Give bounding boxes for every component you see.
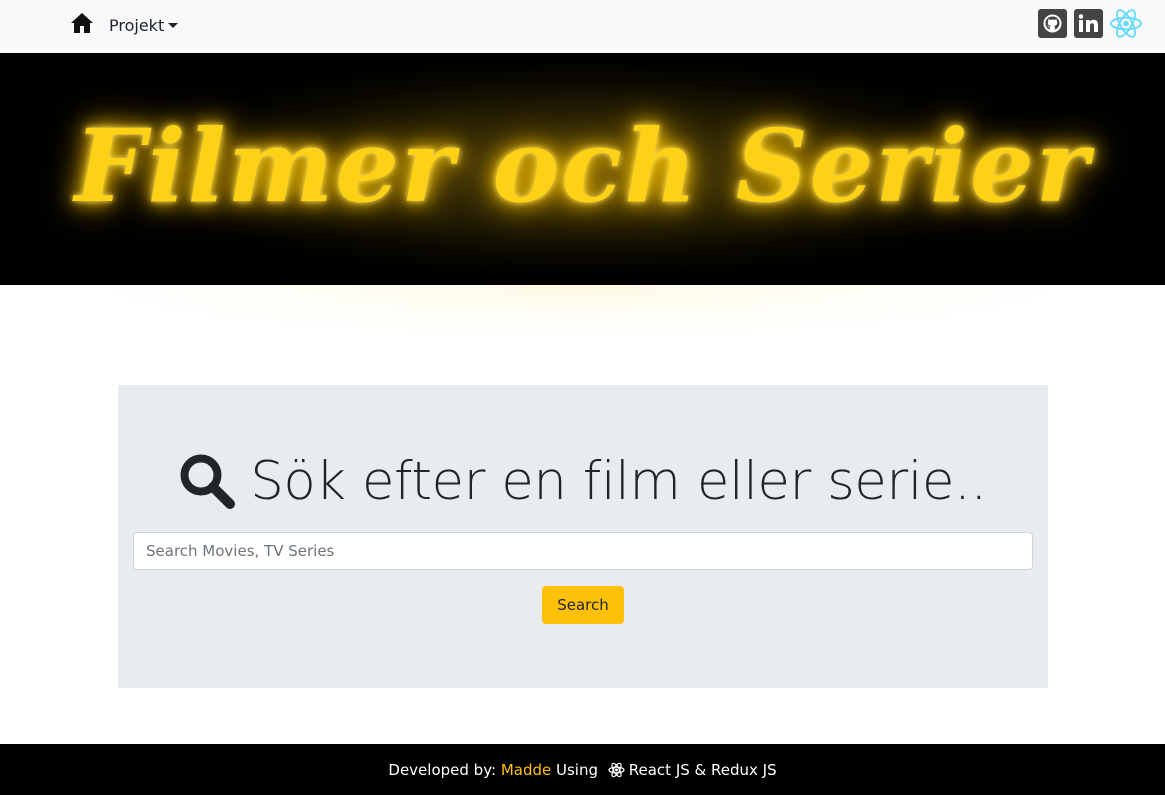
search-heading-text: Sök efter en film eller serie.. xyxy=(250,450,987,512)
github-icon[interactable] xyxy=(1038,9,1067,38)
projekt-dropdown-label: Projekt xyxy=(109,15,165,35)
hero-banner: Filmer och Serier xyxy=(0,53,1165,285)
footer-middle: Using xyxy=(551,760,603,779)
react-icon[interactable] xyxy=(1109,8,1143,39)
linkedin-icon[interactable] xyxy=(1074,9,1103,38)
hero-glow xyxy=(60,285,1105,355)
search-icon xyxy=(180,454,236,509)
footer-author-link[interactable]: Madde xyxy=(501,761,551,779)
footer: Developed by: Madde Using React JS & Red… xyxy=(0,744,1165,795)
search-heading: Sök efter en film eller serie.. xyxy=(0,446,1165,516)
hero-title: Filmer och Serier xyxy=(74,107,1091,225)
footer-suffix: React JS & Redux JS xyxy=(628,760,777,779)
react-icon xyxy=(608,762,625,777)
projekt-dropdown[interactable]: Projekt xyxy=(109,14,179,36)
search-button[interactable]: Search xyxy=(542,586,624,624)
navbar: Projekt xyxy=(0,0,1165,53)
caret-down-icon xyxy=(168,23,179,28)
home-icon[interactable] xyxy=(70,12,94,34)
search-input[interactable] xyxy=(133,532,1033,570)
footer-prefix: Developed by: xyxy=(388,760,501,779)
